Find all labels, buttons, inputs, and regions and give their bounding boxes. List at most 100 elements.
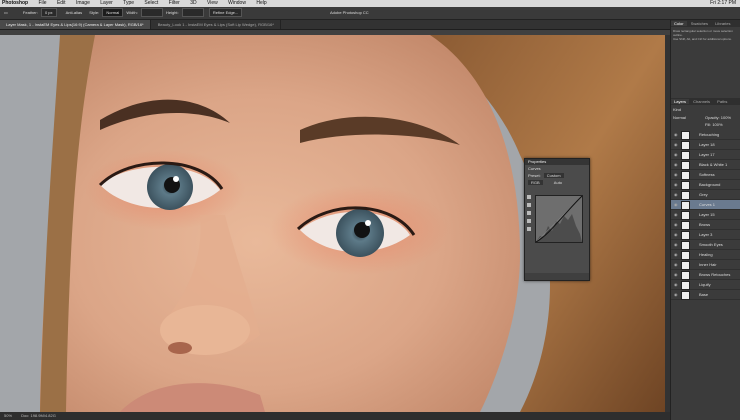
menu-3d[interactable]: 3D <box>190 0 196 7</box>
feather-input[interactable]: 0 px <box>40 8 57 18</box>
style-label: Style: <box>89 10 100 15</box>
tab-swatches[interactable]: Swatches <box>688 21 711 26</box>
layer-row[interactable]: ◉ Softness <box>671 170 740 180</box>
layer-row[interactable]: ◉ Inner Hair <box>671 260 740 270</box>
layer-name: Smooth Eyes <box>699 242 723 247</box>
tab-layers[interactable]: Layers <box>671 99 690 104</box>
tab-color[interactable]: Color <box>671 21 687 26</box>
blend-mode-select[interactable]: Normal <box>673 115 686 120</box>
eye-icon[interactable]: ◉ <box>674 130 680 139</box>
channel-select[interactable]: RGB <box>528 180 543 185</box>
refine-edge-button[interactable]: Refine Edge... <box>208 8 243 18</box>
eye-icon[interactable]: ◉ <box>674 250 680 259</box>
layer-name: Grey <box>699 192 708 197</box>
layer-row[interactable]: ◉ Brows <box>671 220 740 230</box>
info-line-2: Use Shift, Alt, and Ctrl for additional … <box>673 37 732 41</box>
layer-name: Curves 1 <box>699 202 716 207</box>
menu-filter[interactable]: Filter <box>169 0 180 7</box>
layer-name: Inner Hair <box>699 262 717 267</box>
layer-thumbnail <box>681 151 690 160</box>
layer-name: Layer 3 <box>699 232 713 237</box>
preset-select[interactable]: Custom <box>543 173 564 178</box>
eye-icon[interactable]: ◉ <box>674 280 680 289</box>
layer-name: Healing <box>699 252 713 257</box>
layer-row[interactable]: ◉ Layer 3 <box>671 230 740 240</box>
layer-row[interactable]: ◉ Base <box>671 290 740 300</box>
fill-field[interactable]: Fill: 100% <box>705 122 723 127</box>
tab-channels[interactable]: Channels <box>690 99 713 104</box>
eyedropper-black-icon[interactable] <box>527 211 531 215</box>
zoom-level[interactable]: 50% <box>4 413 12 418</box>
eye-icon[interactable]: ◉ <box>674 160 680 169</box>
curve-tools <box>527 195 533 235</box>
style-select[interactable]: Normal <box>102 8 124 18</box>
eye-icon[interactable]: ◉ <box>674 180 680 189</box>
layer-filter-kind[interactable]: Kind <box>673 107 681 112</box>
right-dock: Color Swatches Libraries Draw rectangula… <box>670 20 740 420</box>
clock: Fri 2:17 PM <box>710 0 736 6</box>
eye-icon[interactable]: ◉ <box>674 230 680 239</box>
layer-thumbnail <box>681 231 690 240</box>
eye-icon[interactable]: ◉ <box>674 140 680 149</box>
eye-icon[interactable]: ◉ <box>674 190 680 199</box>
preset-label: Preset: <box>528 173 541 178</box>
menu-photoshop[interactable]: Photoshop <box>2 0 28 7</box>
marquee-tool-icon[interactable]: ▭ <box>4 10 8 15</box>
layer-name: Retouching <box>699 132 720 137</box>
top-panel-tabs: Color Swatches Libraries <box>671 20 740 27</box>
eyedropper-white-icon[interactable] <box>527 227 531 231</box>
doc-tab-2[interactable]: Beauty_Look 1 - InstaEM Eyes & Lips (Sof… <box>152 20 281 29</box>
eye-icon[interactable]: ◉ <box>674 220 680 229</box>
layer-row[interactable]: ◉ Healing <box>671 250 740 260</box>
layer-thumbnail <box>681 281 690 290</box>
eye-icon[interactable]: ◉ <box>674 200 680 209</box>
layer-thumbnail <box>681 181 690 190</box>
menu-window[interactable]: Window <box>228 0 246 7</box>
layer-name: Brows <box>699 222 711 227</box>
feather-label: Feather: <box>22 10 38 15</box>
layer-row[interactable]: ◉ Layer 18 <box>671 140 740 150</box>
eye-icon[interactable]: ◉ <box>674 260 680 269</box>
layer-thumbnail <box>681 141 690 150</box>
eye-icon[interactable]: ◉ <box>674 210 680 219</box>
layer-row[interactable]: ◉ Retouching <box>671 130 740 140</box>
menu-type[interactable]: Type <box>123 0 134 7</box>
height-input[interactable] <box>181 8 204 18</box>
eye-icon[interactable]: ◉ <box>674 150 680 159</box>
menu-edit[interactable]: Edit <box>57 0 66 7</box>
layer-row[interactable]: ◉ Curves 1 <box>671 200 740 210</box>
layer-row[interactable]: ◉ Black & White 1 <box>671 160 740 170</box>
point-tool-icon[interactable] <box>527 195 531 199</box>
layer-thumbnail <box>681 241 690 250</box>
properties-panel: Properties Curves Preset: Custom RGB Aut… <box>524 158 590 281</box>
menu-image[interactable]: Image <box>76 0 90 7</box>
menu-file[interactable]: File <box>39 0 47 7</box>
curve-graph[interactable] <box>535 195 583 243</box>
layer-row[interactable]: ◉ Brows Retouches <box>671 270 740 280</box>
layer-row[interactable]: ◉ Layer 17 <box>671 150 740 160</box>
tab-libraries[interactable]: Libraries <box>712 21 733 26</box>
tab-paths[interactable]: Paths <box>714 99 730 104</box>
pencil-tool-icon[interactable] <box>527 203 531 207</box>
eye-icon[interactable]: ◉ <box>674 240 680 249</box>
layer-name: Layer 15 <box>699 212 715 217</box>
eye-icon[interactable]: ◉ <box>674 270 680 279</box>
layer-thumbnail <box>681 201 690 210</box>
doc-tab-1[interactable]: Layer Mask, 1 - InstaEM Eyes & Lips(16:9… <box>0 20 151 29</box>
layer-row[interactable]: ◉ Liquify <box>671 280 740 290</box>
menu-select[interactable]: Select <box>144 0 158 7</box>
width-input[interactable] <box>140 8 163 18</box>
layer-row[interactable]: ◉ Background <box>671 180 740 190</box>
auto-button[interactable]: Auto <box>554 180 562 185</box>
eye-icon[interactable]: ◉ <box>674 290 680 299</box>
menu-help[interactable]: Help <box>256 0 266 7</box>
layer-row[interactable]: ◉ Grey <box>671 190 740 200</box>
layer-row[interactable]: ◉ Layer 15 <box>671 210 740 220</box>
menu-view[interactable]: View <box>207 0 218 7</box>
menu-layer[interactable]: Layer <box>100 0 113 7</box>
layer-row[interactable]: ◉ Smooth Eyes <box>671 240 740 250</box>
antialias-checkbox[interactable]: Anti-alias <box>66 10 82 15</box>
opacity-field[interactable]: Opacity: 100% <box>705 115 731 120</box>
eye-icon[interactable]: ◉ <box>674 170 680 179</box>
eyedropper-gray-icon[interactable] <box>527 219 531 223</box>
